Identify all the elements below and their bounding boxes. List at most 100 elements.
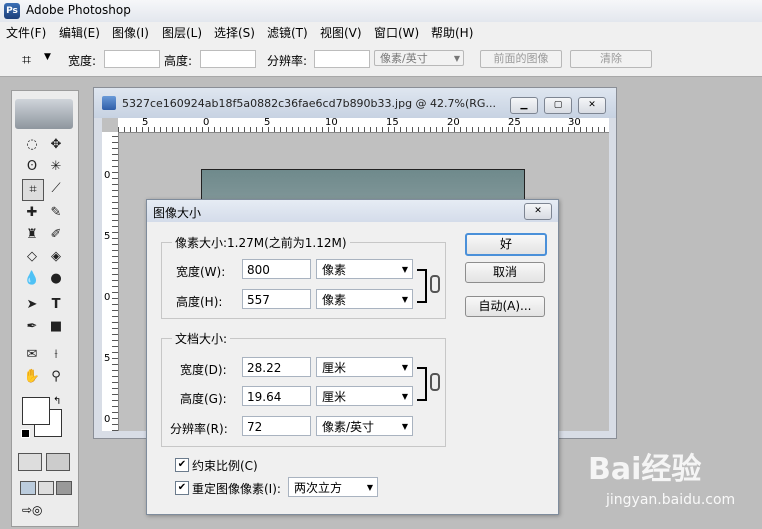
document-icon <box>102 96 116 110</box>
doc-link-bracket <box>417 367 427 401</box>
pixel-width-input[interactable]: 800 <box>242 259 311 279</box>
chevron-down-icon: ▼ <box>401 295 408 304</box>
cancel-button[interactable]: 取消 <box>465 262 545 283</box>
chevron-down-icon: ▼ <box>366 483 373 492</box>
blur-tool-icon[interactable]: 💧 <box>22 269 42 289</box>
document-size-label: 文档大小: <box>172 330 231 347</box>
resolution-input[interactable]: 72 <box>242 416 311 436</box>
screen-mode-full-icon[interactable] <box>56 481 72 495</box>
doc-width-unit-value: 厘米 <box>322 361 347 375</box>
auto-button[interactable]: 自动(A)... <box>465 296 545 317</box>
doc-width-label: 宽度(D): <box>180 363 227 377</box>
pixel-height-unit-select[interactable]: 像素 ▼ <box>316 289 413 309</box>
resample-method-select[interactable]: 两次立方 ▼ <box>288 477 378 497</box>
pixel-height-input[interactable]: 557 <box>242 289 311 309</box>
dodge-tool-icon[interactable]: ● <box>46 269 66 289</box>
eraser-tool-icon[interactable]: ◇ <box>22 247 42 267</box>
doc-width-input[interactable]: 28.22 <box>242 357 311 377</box>
menu-file[interactable]: 文件(F) <box>6 24 46 41</box>
vertical-ruler: 0 5 0 5 0 <box>102 132 119 431</box>
pixel-link-bracket <box>417 269 427 303</box>
chevron-down-icon: ▼ <box>401 422 408 431</box>
menu-help[interactable]: 帮助(H) <box>431 24 473 41</box>
clone-stamp-tool-icon[interactable]: ♜ <box>22 225 42 245</box>
doc-height-label: 高度(G): <box>180 392 227 406</box>
pen-tool-icon[interactable]: ✒ <box>22 317 42 337</box>
menu-bar: 文件(F) 编辑(E) 图像(I) 图层(L) 选择(S) 滤镜(T) 视图(V… <box>0 22 762 42</box>
baidu-watermark-url: jingyan.baidu.com <box>606 492 736 508</box>
crop-width-input[interactable] <box>104 50 160 68</box>
ruler-h-ticks <box>118 127 609 132</box>
swap-colors-icon[interactable]: ↰ <box>53 396 61 407</box>
tool-preset-dropdown-icon[interactable]: ▼ <box>44 52 51 62</box>
dialog-title-bar: 图像大小 ✕ <box>147 200 558 222</box>
resample-image-checkbox[interactable]: ✔ <box>175 481 189 495</box>
clear-button[interactable]: 清除 <box>570 50 652 68</box>
pixel-width-unit-value: 像素 <box>322 263 347 277</box>
doc-height-unit-select[interactable]: 厘米 ▼ <box>316 386 413 406</box>
ruler-v-label: 0 <box>104 414 111 425</box>
hand-tool-icon[interactable]: ✋ <box>22 367 42 387</box>
ok-button[interactable]: 好 <box>465 233 547 256</box>
menu-edit[interactable]: 编辑(E) <box>59 24 100 41</box>
slice-tool-icon[interactable]: ⟋ <box>46 179 66 199</box>
resolution-unit-value: 像素/英寸 <box>322 420 375 434</box>
crop-tool-icon[interactable]: ⌗ <box>22 179 44 201</box>
menu-view[interactable]: 视图(V) <box>320 24 362 41</box>
standard-mode-icon[interactable] <box>18 453 42 471</box>
magic-wand-tool-icon[interactable]: ✳ <box>46 157 66 177</box>
path-selection-tool-icon[interactable]: ➤ <box>22 295 42 315</box>
resolution-unit-select[interactable]: 像素/英寸 ▼ <box>316 416 413 436</box>
maximize-button[interactable]: ▢ <box>544 97 572 114</box>
pixel-width-unit-select[interactable]: 像素 ▼ <box>316 259 413 279</box>
dialog-close-button[interactable]: ✕ <box>524 203 552 220</box>
constrain-proportions-label: 约束比例(C) <box>192 459 258 473</box>
history-brush-tool-icon[interactable]: ✐ <box>46 225 66 245</box>
crop-resolution-input[interactable] <box>314 50 370 68</box>
menu-window[interactable]: 窗口(W) <box>374 24 419 41</box>
foreground-color-swatch[interactable] <box>22 397 50 425</box>
document-title-bar: 5327ce160924ab18f5a0882c36fae6cd7b890b33… <box>94 88 616 118</box>
menu-select[interactable]: 选择(S) <box>214 24 255 41</box>
move-tool-icon[interactable]: ✥ <box>46 135 66 155</box>
menu-image[interactable]: 图像(I) <box>112 24 149 41</box>
quick-mask-mode-icon[interactable] <box>46 453 70 471</box>
crop-tool-icon[interactable]: ⌗ <box>22 50 31 70</box>
pixel-dimensions-label: 像素大小:1.27M(之前为1.12M) <box>172 234 350 251</box>
constrain-proportions-checkbox[interactable]: ✔ <box>175 458 189 472</box>
healing-brush-tool-icon[interactable]: ✚ <box>22 203 42 223</box>
menu-filter[interactable]: 滤镜(T) <box>267 24 308 41</box>
minimize-button[interactable]: ▁ <box>510 97 538 114</box>
ruler-v-label: 5 <box>104 353 111 364</box>
type-tool-icon[interactable]: T <box>46 295 66 315</box>
doc-height-input[interactable]: 19.64 <box>242 386 311 406</box>
resolution-unit-value: 像素/英寸 <box>380 52 428 65</box>
paint-bucket-tool-icon[interactable]: ◈ <box>46 247 66 267</box>
ruler-v-label: 5 <box>104 231 111 242</box>
resolution-unit-select[interactable]: 像素/英寸 ▼ <box>374 50 464 66</box>
close-button[interactable]: ✕ <box>578 97 606 114</box>
resample-method-value: 两次立方 <box>294 481 343 495</box>
doc-height-unit-value: 厘米 <box>322 390 347 404</box>
default-colors-icon[interactable] <box>21 429 30 438</box>
doc-width-unit-select[interactable]: 厘米 ▼ <box>316 357 413 377</box>
ruler-v-label: 0 <box>104 292 111 303</box>
menu-layer[interactable]: 图层(L) <box>162 24 202 41</box>
crop-height-input[interactable] <box>200 50 256 68</box>
notes-tool-icon[interactable]: ✉ <box>22 345 42 365</box>
front-image-button[interactable]: 前面的图像 <box>480 50 562 68</box>
app-title-bar: Ps Adobe Photoshop <box>0 0 762 23</box>
jump-to-imageready-icon[interactable]: ⇨◎ <box>22 503 66 519</box>
pixel-link-chain-icon <box>430 275 440 293</box>
zoom-tool-icon[interactable]: ⚲ <box>46 367 66 387</box>
photoshop-logo-icon: Ps <box>4 3 20 19</box>
screen-mode-menu-icon[interactable] <box>38 481 54 495</box>
baidu-watermark: Bai经验 <box>588 452 702 487</box>
screen-mode-standard-icon[interactable] <box>20 481 36 495</box>
brush-tool-icon[interactable]: ✎ <box>46 203 66 223</box>
shape-tool-icon[interactable]: ■ <box>46 317 66 337</box>
eyedropper-tool-icon[interactable]: ⟊ <box>46 345 66 365</box>
lasso-tool-icon[interactable]: ʘ <box>22 157 42 177</box>
marquee-tool-icon[interactable]: ◌ <box>22 135 42 155</box>
ruler-v-ticks <box>112 132 118 431</box>
